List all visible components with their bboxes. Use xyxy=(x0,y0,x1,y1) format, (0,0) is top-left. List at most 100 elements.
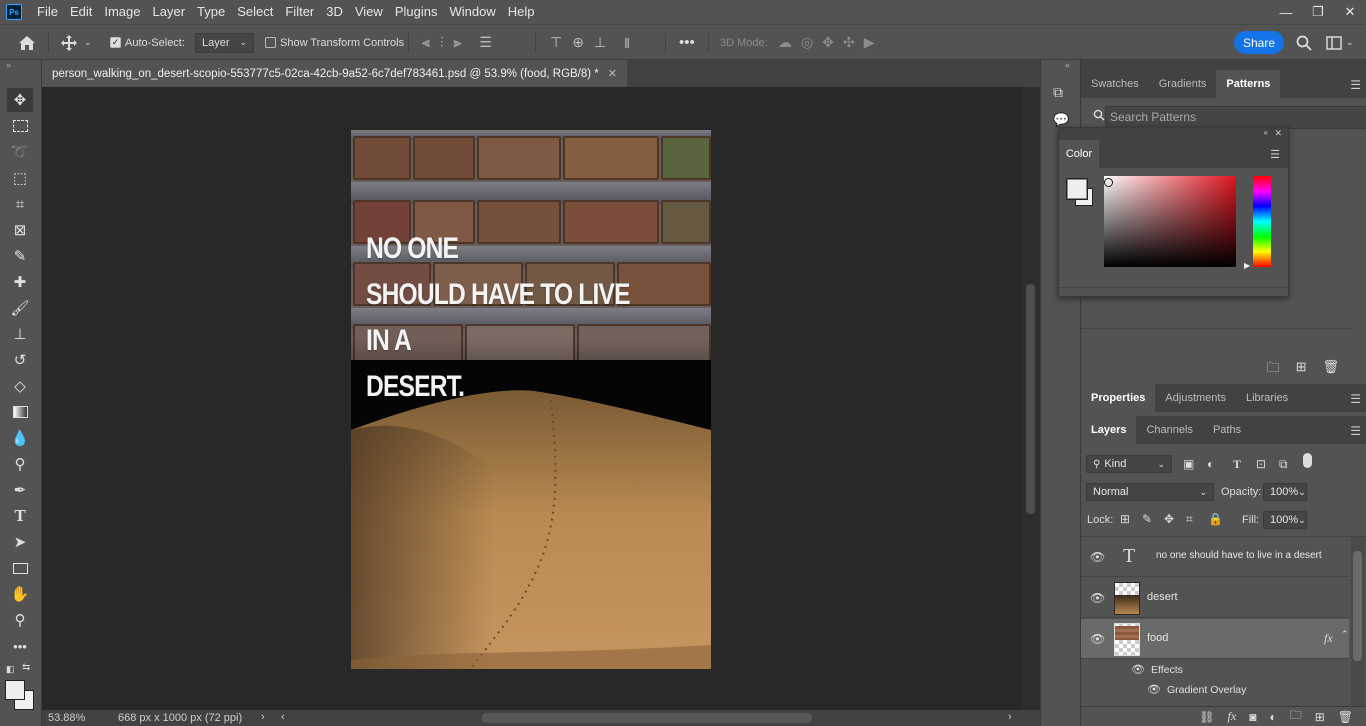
pen-tool-icon[interactable]: ✒ xyxy=(7,478,33,502)
collapse-icon[interactable]: « xyxy=(1264,128,1268,137)
layer-row-desert[interactable]: 👁 desert xyxy=(1081,578,1349,618)
menu-filter[interactable]: Filter xyxy=(279,0,320,24)
close-window-button[interactable]: ✕ xyxy=(1334,0,1366,24)
rectangle-tool-icon[interactable] xyxy=(7,556,33,580)
fill-input[interactable]: 100% ⌄ xyxy=(1263,511,1307,529)
visibility-eye-icon[interactable]: 👁 xyxy=(1090,632,1105,646)
scroll-right-icon[interactable]: › xyxy=(1008,711,1012,723)
frame-tool-icon[interactable]: ⊠ xyxy=(7,218,33,242)
scroll-left-icon[interactable]: ‹ xyxy=(281,711,285,723)
slide-3d-icon[interactable]: ✣ xyxy=(843,34,855,51)
menu-image[interactable]: Image xyxy=(98,0,146,24)
tab-patterns[interactable]: Patterns xyxy=(1216,70,1281,98)
tab-channels[interactable]: Channels xyxy=(1136,416,1202,444)
new-group-icon[interactable]: 🗀 xyxy=(1267,359,1280,379)
tab-properties[interactable]: Properties xyxy=(1081,384,1156,412)
menu-view[interactable]: View xyxy=(349,0,389,24)
hue-slider-handle[interactable]: ▶ xyxy=(1244,261,1250,270)
search-patterns-input[interactable]: Search Patterns xyxy=(1105,106,1366,129)
auto-select-target-select[interactable]: Layer ⌄ xyxy=(195,32,255,53)
default-colors-icon[interactable]: ◧ xyxy=(6,664,15,675)
share-button[interactable]: Share xyxy=(1234,31,1284,54)
dodge-tool-icon[interactable]: ⚲ xyxy=(7,452,33,476)
edit-toolbar-icon[interactable]: ••• xyxy=(7,634,33,658)
delete-icon[interactable]: 🗑 xyxy=(1322,359,1339,379)
hand-tool-icon[interactable]: ✋ xyxy=(7,582,33,606)
effects-row[interactable]: 👁 Effects xyxy=(1081,660,1349,680)
visibility-eye-icon[interactable]: 👁 xyxy=(1131,663,1145,676)
effect-gradient-overlay-row[interactable]: 👁 Gradient Overlay xyxy=(1081,680,1349,700)
shape-filter-icon[interactable]: ⊡ xyxy=(1256,457,1266,471)
align-right-icon[interactable]: ⫸ xyxy=(453,34,461,51)
menu-3d[interactable]: 3D xyxy=(320,0,349,24)
tab-paths[interactable]: Paths xyxy=(1203,416,1251,444)
lasso-tool-icon[interactable]: ➰ xyxy=(7,140,33,164)
marquee-tool-icon[interactable] xyxy=(7,114,33,138)
close-tab-icon[interactable]: ✕ xyxy=(608,67,617,80)
menu-edit[interactable]: Edit xyxy=(64,0,98,24)
move-tool-preset-icon[interactable]: ⌄ xyxy=(60,25,92,60)
hue-slider[interactable] xyxy=(1253,176,1271,267)
eyedropper-tool-icon[interactable]: ✎ xyxy=(7,244,33,268)
panel-menu-icon[interactable]: ☰ xyxy=(1350,392,1361,406)
document-tab[interactable]: person_walking_on_desert-scopio-553777c5… xyxy=(42,60,627,87)
new-adjustment-icon[interactable]: ◐ xyxy=(1269,710,1276,724)
path-selection-tool-icon[interactable]: ➤ xyxy=(7,530,33,554)
color-panel[interactable]: « ✕ Color ☰ ▶ xyxy=(1058,127,1289,297)
menu-select[interactable]: Select xyxy=(231,0,279,24)
blur-tool-icon[interactable]: 💧 xyxy=(7,426,33,450)
layer-name[interactable]: desert xyxy=(1147,591,1178,603)
adjustment-filter-icon[interactable]: ◐ xyxy=(1207,457,1214,471)
menu-type[interactable]: Type xyxy=(191,0,231,24)
type-filter-icon[interactable]: T xyxy=(1233,457,1241,472)
lock-artboard-icon[interactable]: ⌗ xyxy=(1186,512,1193,527)
comments-panel-icon[interactable]: 💬 xyxy=(1053,112,1069,128)
workspace-icon[interactable]: ⌄ xyxy=(1326,25,1354,60)
visibility-eye-icon[interactable]: 👁 xyxy=(1090,591,1105,605)
move-tool-icon[interactable]: ✥ xyxy=(7,88,33,112)
vertical-scrollbar[interactable] xyxy=(1022,87,1040,710)
type-tool-icon[interactable]: T xyxy=(7,504,33,528)
layer-name[interactable]: food xyxy=(1147,632,1168,644)
menu-layer[interactable]: Layer xyxy=(147,0,192,24)
new-pattern-icon[interactable]: ⊞ xyxy=(1296,359,1307,379)
history-brush-tool-icon[interactable]: ↺ xyxy=(7,348,33,372)
auto-select-checkbox[interactable]: ✓ Auto-Select: xyxy=(110,25,185,60)
lock-position-icon[interactable]: ✥ xyxy=(1164,512,1174,526)
scale-3d-icon[interactable]: ▶ xyxy=(864,34,875,51)
minimize-button[interactable]: — xyxy=(1270,0,1302,24)
tab-swatches[interactable]: Swatches xyxy=(1081,70,1149,98)
tab-gradients[interactable]: Gradients xyxy=(1149,70,1217,98)
crop-tool-icon[interactable]: ⌗ xyxy=(7,192,33,216)
align-left-icon[interactable]: ⫷ xyxy=(422,34,430,51)
tab-layers[interactable]: Layers xyxy=(1081,416,1137,444)
menu-help[interactable]: Help xyxy=(502,0,541,24)
healing-brush-tool-icon[interactable]: ✚ xyxy=(7,270,33,294)
tab-color[interactable]: Color xyxy=(1059,140,1099,168)
zoom-tool-icon[interactable]: ⚲ xyxy=(7,608,33,632)
collapse-panels-icon[interactable]: « xyxy=(1065,60,1070,70)
distribute-vertical-icon[interactable]: ‖ xyxy=(624,35,630,51)
link-layers-icon[interactable]: ⛓ xyxy=(1199,710,1214,724)
distribute-icon[interactable]: ☰ xyxy=(479,34,492,51)
clone-stamp-tool-icon[interactable]: ⊥ xyxy=(7,322,33,346)
swap-colors-icon[interactable]: ⇆ xyxy=(22,662,30,673)
lock-transparent-icon[interactable]: ⊞ xyxy=(1120,512,1130,526)
align-bottom-icon[interactable]: ⊥ xyxy=(594,34,606,51)
scroll-thumb[interactable] xyxy=(1026,284,1035,514)
align-middle-icon[interactable]: ⊕ xyxy=(572,34,584,51)
opacity-input[interactable]: 100% ⌄ xyxy=(1263,483,1307,501)
add-mask-icon[interactable]: ◙ xyxy=(1249,710,1256,724)
color-picker-handle[interactable] xyxy=(1104,178,1113,187)
menu-plugins[interactable]: Plugins xyxy=(389,0,444,24)
roll-3d-icon[interactable]: ◎ xyxy=(801,34,813,51)
brush-tool-icon[interactable]: 🖌 xyxy=(7,296,33,320)
home-icon[interactable] xyxy=(18,25,36,60)
layer-row-food[interactable]: 👁 food fx ⌃ xyxy=(1081,619,1349,659)
restore-button[interactable]: ❐ xyxy=(1302,0,1334,24)
blend-mode-select[interactable]: Normal ⌄ xyxy=(1086,483,1214,501)
align-center-icon[interactable]: ⫶ xyxy=(440,34,444,51)
status-menu-icon[interactable]: › xyxy=(261,711,265,723)
tab-adjustments[interactable]: Adjustments xyxy=(1155,384,1236,412)
visibility-eye-icon[interactable]: 👁 xyxy=(1090,550,1105,564)
